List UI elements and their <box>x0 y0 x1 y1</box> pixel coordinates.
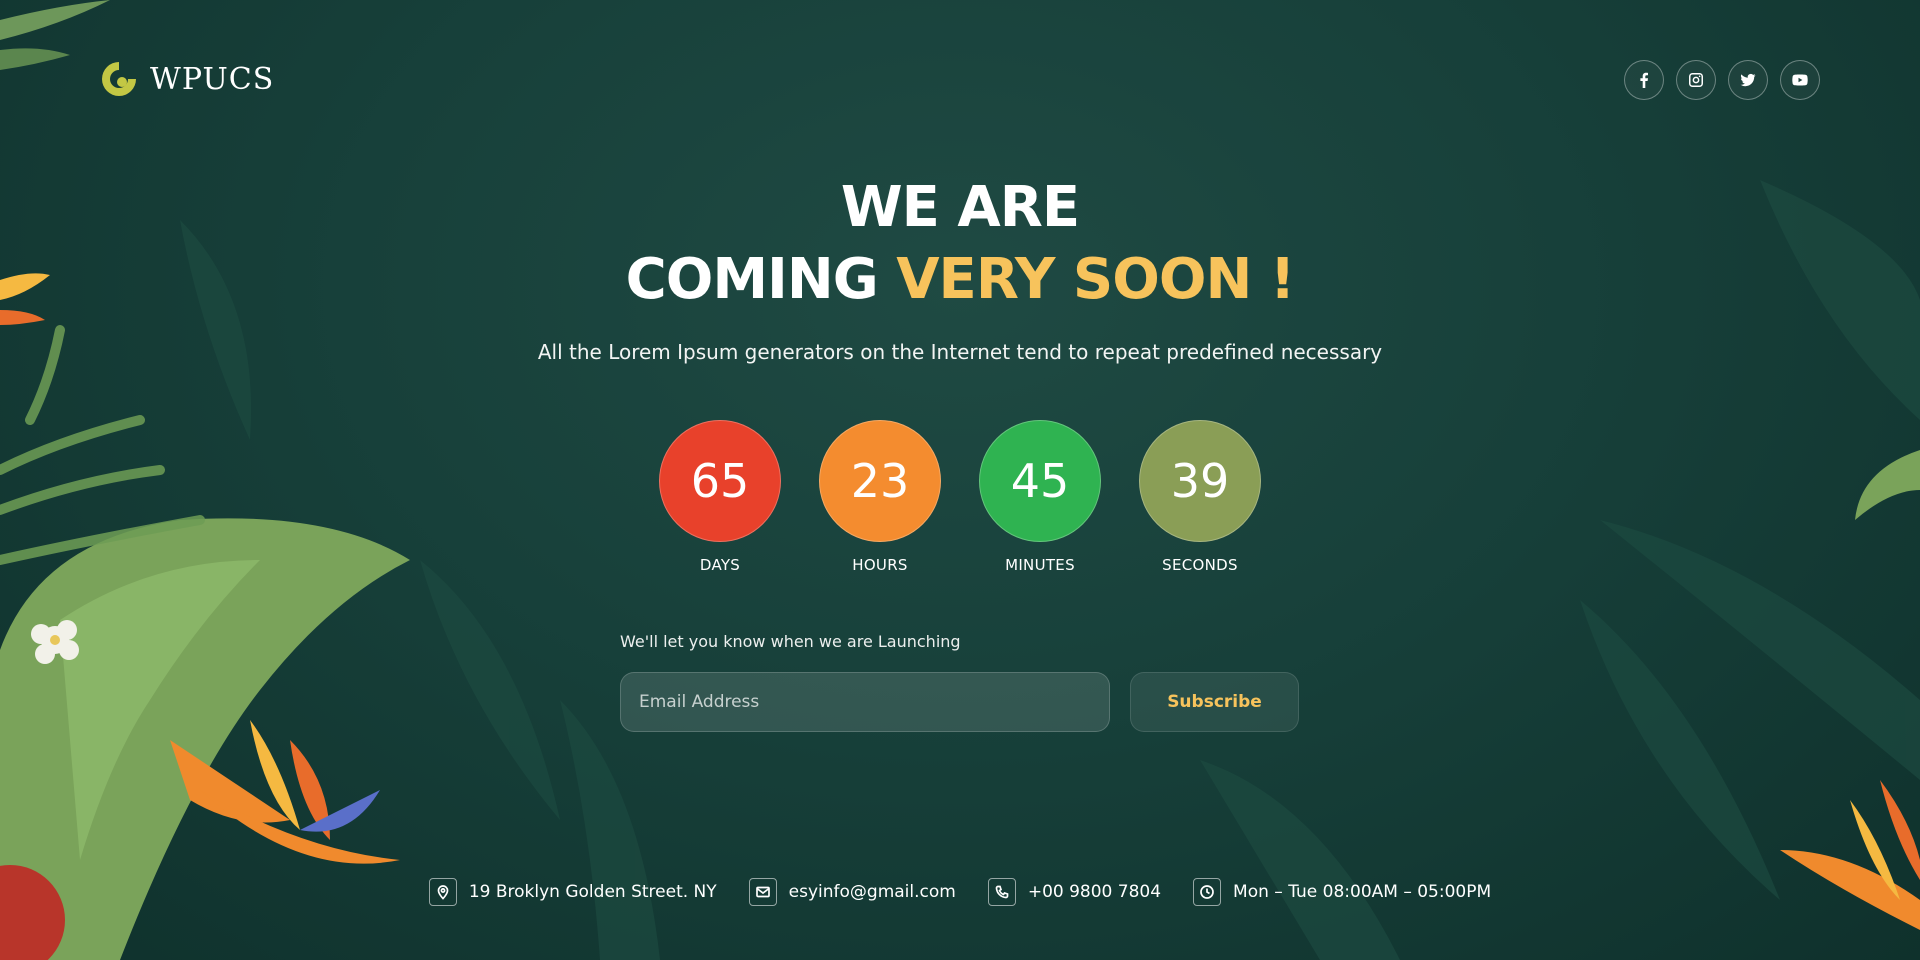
minutes-circle: 45 <box>979 420 1101 542</box>
phone-icon <box>987 878 1016 906</box>
logo-mark-icon <box>102 62 136 96</box>
twitter-button[interactable] <box>1728 60 1768 100</box>
instagram-icon <box>1689 73 1703 87</box>
title-white-part: COMING <box>625 247 897 312</box>
contact-address: 19 Broklyn Golden Street. NY <box>428 878 717 906</box>
title-line-1: WE ARE <box>840 175 1080 240</box>
days-label: DAYS <box>699 556 741 574</box>
hours-circle: 23 <box>819 420 941 542</box>
contact-phone[interactable]: +00 9800 7804 <box>987 878 1162 906</box>
contact-hours: Mon – Tue 08:00AM – 05:00PM <box>1193 878 1491 906</box>
instagram-button[interactable] <box>1676 60 1716 100</box>
mail-icon <box>748 878 777 906</box>
minutes-label: MINUTES <box>1005 556 1075 574</box>
phone-text: +00 9800 7804 <box>1027 882 1162 902</box>
hours-label: HOURS <box>852 556 908 574</box>
subscribe-prompt: We'll let you know when we are Launching <box>620 632 961 651</box>
email-text: esyinfo@gmail.com <box>788 882 956 902</box>
facebook-button[interactable] <box>1624 60 1664 100</box>
seconds-label: SECONDS <box>1162 556 1238 574</box>
countdown-days: 65 DAYS <box>659 420 781 574</box>
countdown-hours: 23 HOURS <box>819 420 941 574</box>
hours-text: Mon – Tue 08:00AM – 05:00PM <box>1233 882 1492 902</box>
title-line-2: COMING VERY SOON ! <box>0 244 1920 316</box>
brand-logo[interactable]: WPUCS <box>98 58 274 100</box>
social-links <box>1624 60 1820 100</box>
twitter-icon <box>1740 73 1756 87</box>
countdown-minutes: 45 MINUTES <box>979 420 1101 574</box>
address-text: 19 Broklyn Golden Street. NY <box>468 882 717 902</box>
email-input[interactable] <box>620 672 1110 732</box>
hero-subtitle: All the Lorem Ipsum generators on the In… <box>537 340 1383 364</box>
contact-info-bar: 19 Broklyn Golden Street. NY esyinfo@gma… <box>0 878 1920 906</box>
subscribe-button[interactable]: Subscribe <box>1130 672 1299 732</box>
facebook-icon <box>1640 72 1648 88</box>
countdown-timer: 65 DAYS 23 HOURS 45 MINUTES 39 SECONDS <box>0 420 1920 574</box>
title-accent-part: VERY SOON ! <box>896 247 1295 312</box>
location-pin-icon <box>428 878 457 906</box>
countdown-seconds: 39 SECONDS <box>1139 420 1261 574</box>
hero-section: WE ARE COMING VERY SOON ! All the Lorem … <box>0 172 1920 364</box>
days-circle: 65 <box>659 420 781 542</box>
brand-name: WPUCS <box>150 61 275 97</box>
youtube-icon <box>1792 74 1808 86</box>
youtube-button[interactable] <box>1780 60 1820 100</box>
seconds-circle: 39 <box>1139 420 1261 542</box>
clock-icon <box>1193 878 1222 906</box>
contact-email[interactable]: esyinfo@gmail.com <box>748 878 956 906</box>
